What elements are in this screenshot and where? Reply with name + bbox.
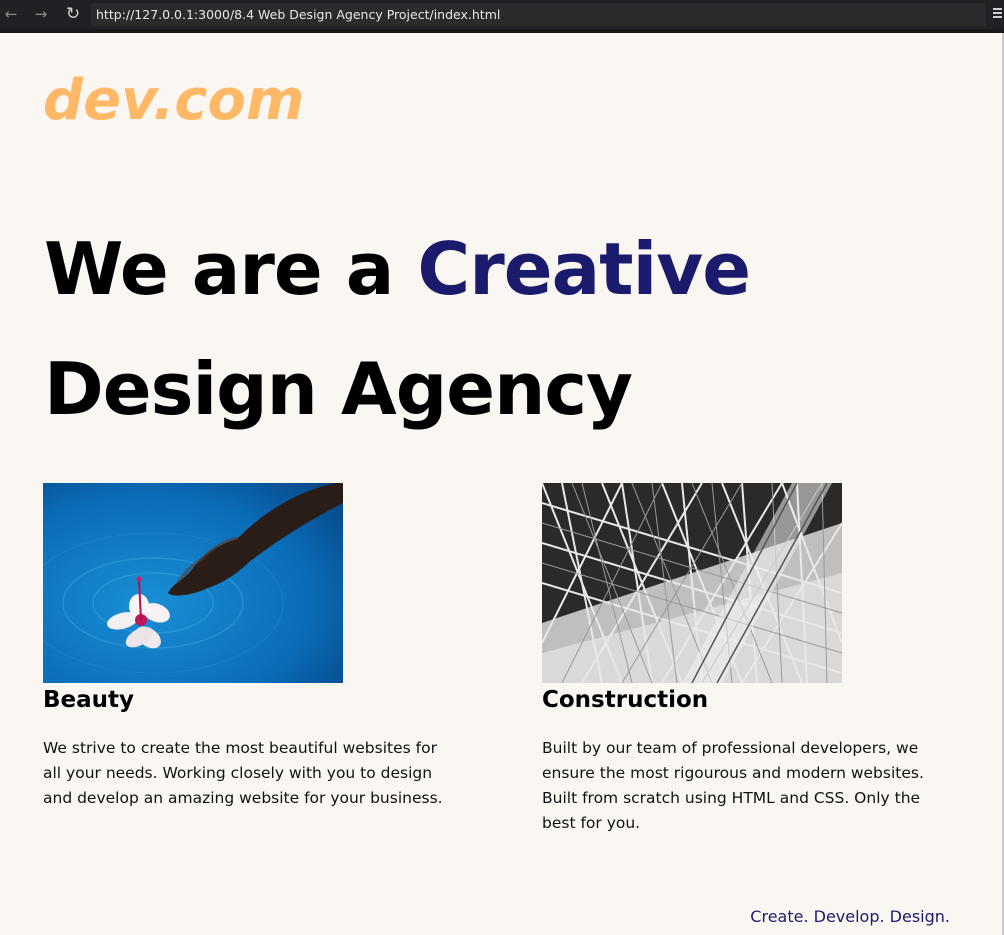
beauty-card: Beauty We strive to create the most beau… bbox=[43, 483, 463, 811]
reload-icon[interactable]: ↻ bbox=[62, 3, 84, 25]
construction-description: Built by our team of professional develo… bbox=[542, 739, 924, 832]
beauty-title: Beauty bbox=[43, 687, 135, 713]
menu-icon[interactable] bbox=[993, 8, 1002, 19]
headline-accent: Creative bbox=[417, 227, 751, 311]
page-body: dev.com We are a Creative Design Agency bbox=[0, 33, 1002, 935]
back-icon[interactable]: ← bbox=[0, 3, 22, 25]
browser-toolbar: ← → ↻ http://127.0.0.1:3000/8.4 Web Desi… bbox=[0, 0, 1004, 33]
headline-text: We are a bbox=[44, 227, 418, 311]
construction-title: Construction bbox=[542, 687, 709, 713]
footer-tagline: Create. Develop. Design. bbox=[750, 907, 950, 926]
construction-card: Construction Built by our team of profes… bbox=[542, 483, 962, 836]
headline-line2: Design Agency bbox=[44, 347, 633, 431]
construction-image bbox=[542, 483, 842, 683]
site-logo[interactable]: dev.com bbox=[43, 73, 304, 129]
beauty-image bbox=[43, 483, 343, 683]
beauty-description: We strive to create the most beautiful w… bbox=[43, 739, 443, 807]
address-bar[interactable]: http://127.0.0.1:3000/8.4 Web Design Age… bbox=[91, 3, 986, 26]
forward-icon[interactable]: → bbox=[30, 3, 52, 25]
hero-headline: We are a Creative Design Agency bbox=[44, 209, 751, 449]
